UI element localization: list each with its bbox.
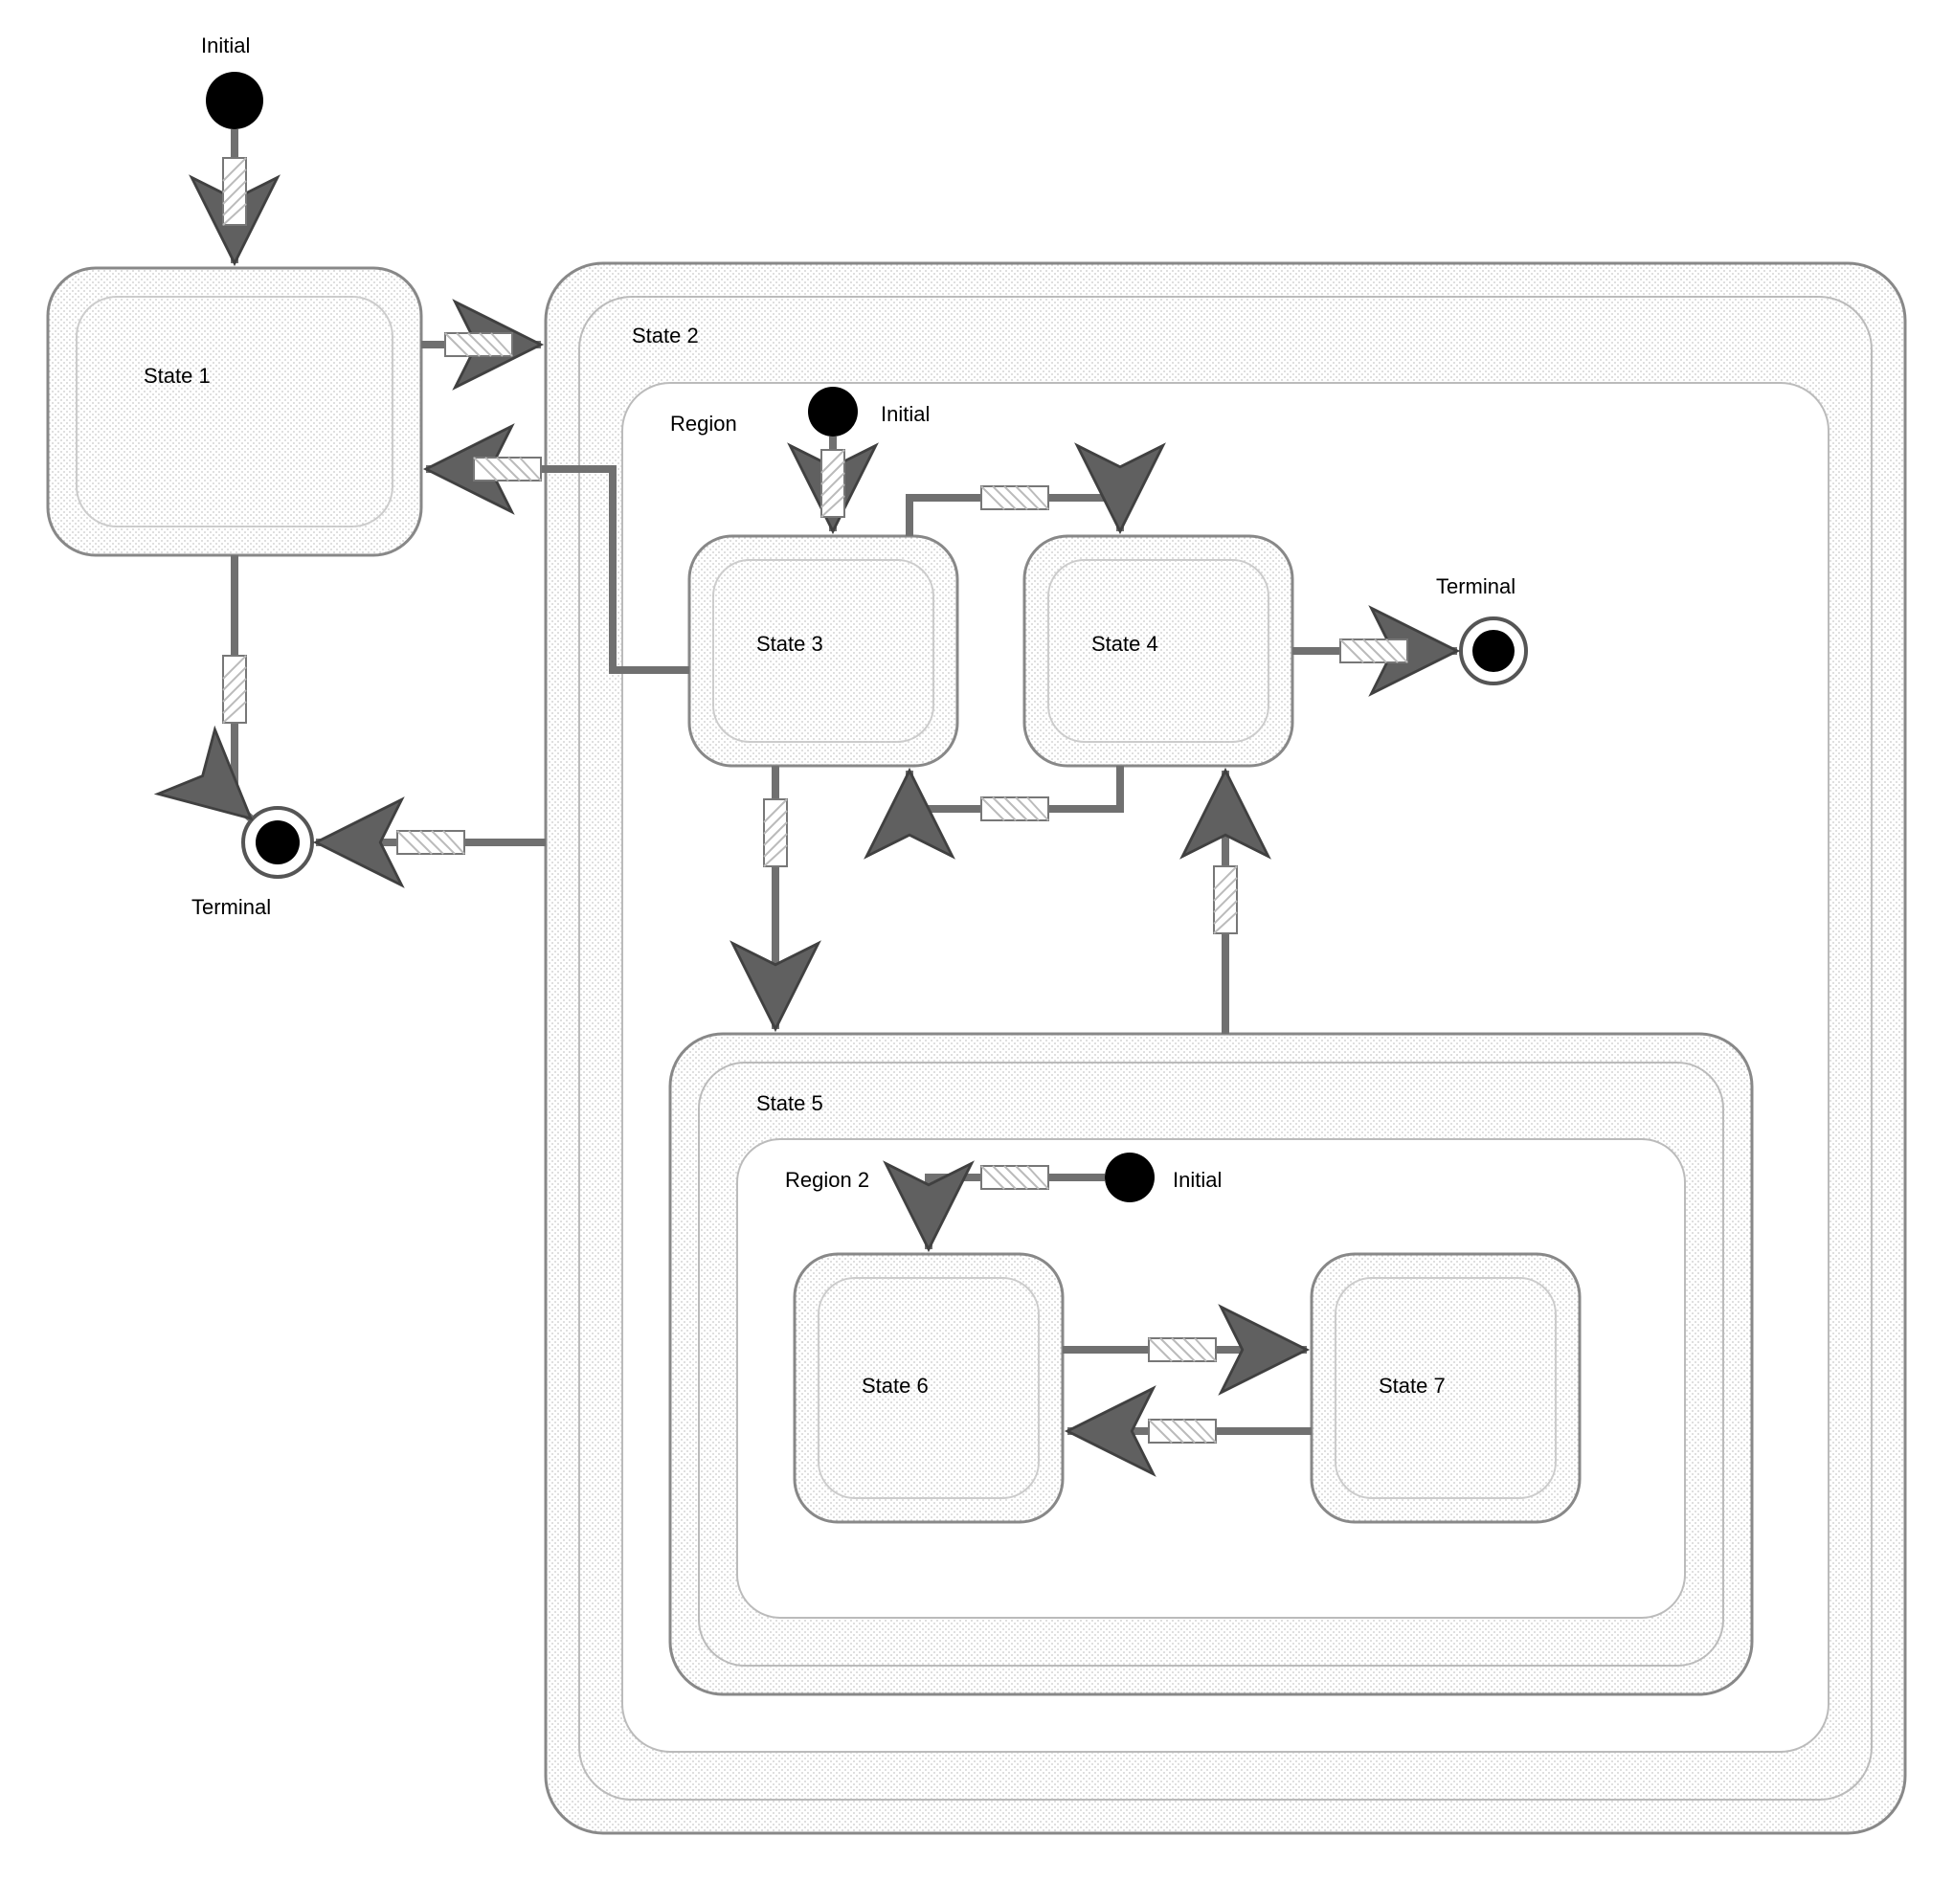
- terminal-left[interactable]: Terminal: [191, 808, 312, 919]
- initial-top-label: Initial: [201, 34, 250, 57]
- state-7[interactable]: State 7: [1312, 1254, 1580, 1522]
- region-1-label: Region: [670, 412, 737, 436]
- state-5-label: State 5: [756, 1091, 823, 1115]
- transition-state1-to-state2[interactable]: [421, 333, 541, 356]
- state-1[interactable]: State 1: [48, 268, 421, 555]
- transition-state1-to-terminal-left[interactable]: [223, 555, 251, 818]
- state-3[interactable]: State 3: [689, 536, 957, 766]
- terminal-right-label: Terminal: [1436, 574, 1515, 598]
- state-4[interactable]: State 4: [1024, 536, 1292, 766]
- initial-region2-label: Initial: [1173, 1168, 1222, 1192]
- initial-region-label: Initial: [881, 402, 930, 426]
- state-1-label: State 1: [144, 364, 211, 388]
- state-diagram: State 2 Region Initial State 3 State 4 T…: [0, 0, 1953, 1904]
- transition-initial-region-to-state3[interactable]: [821, 437, 844, 531]
- state-6-label: State 6: [862, 1374, 929, 1398]
- state-6[interactable]: State 6: [795, 1254, 1063, 1522]
- region-2-label: Region 2: [785, 1168, 869, 1192]
- terminal-left-label: Terminal: [191, 895, 271, 919]
- state-3-label: State 3: [756, 632, 823, 656]
- transition-initial-to-state1[interactable]: [223, 129, 246, 263]
- state-7-label: State 7: [1379, 1374, 1446, 1398]
- state-2-label: State 2: [632, 324, 699, 347]
- initial-top[interactable]: Initial: [201, 34, 263, 129]
- transition-state2-to-terminal-left[interactable]: [316, 831, 546, 854]
- state-4-label: State 4: [1091, 632, 1158, 656]
